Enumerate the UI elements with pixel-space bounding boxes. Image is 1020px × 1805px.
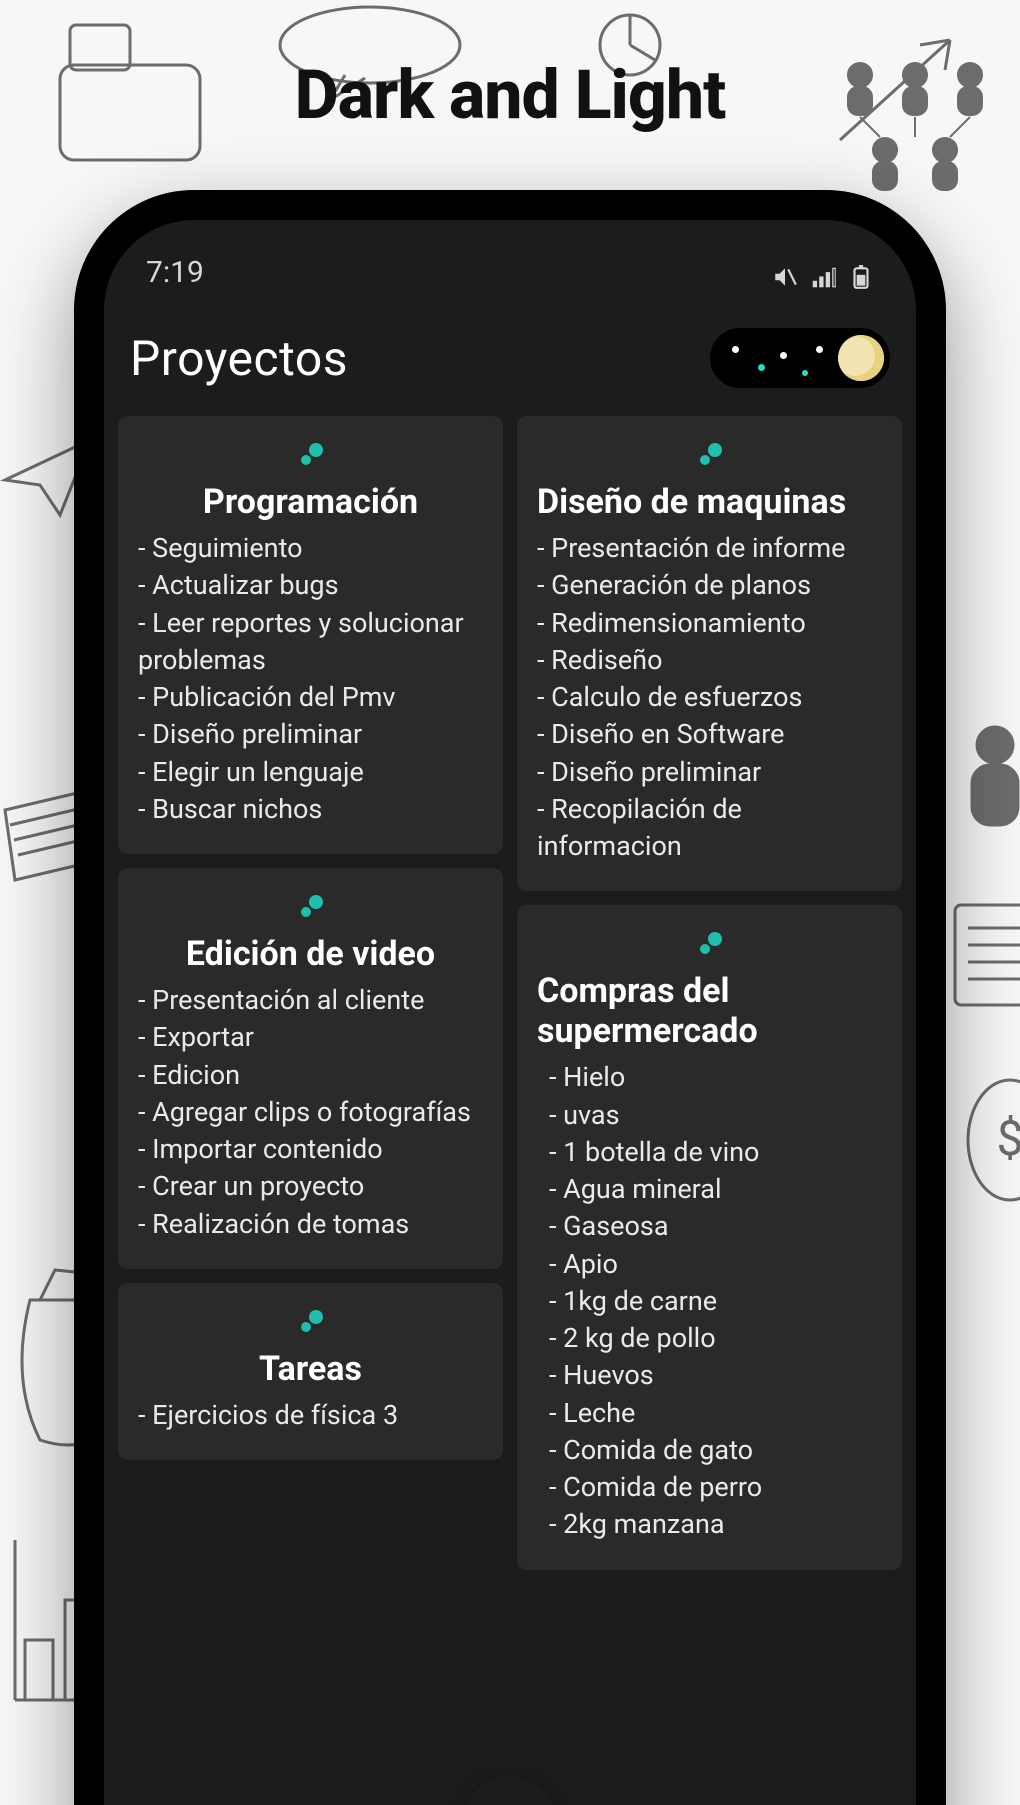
project-card-programacion[interactable]: Programación - Seguimiento - Actualizar … bbox=[118, 416, 503, 854]
list-item: - Publicación del Pmv bbox=[138, 679, 483, 716]
list-item: - Redimensionamiento bbox=[537, 605, 882, 642]
list-item: - Exportar bbox=[138, 1019, 483, 1056]
list-item: - Presentación de informe bbox=[537, 530, 882, 567]
list-item: - Actualizar bugs bbox=[138, 567, 483, 604]
grid-col-right: Diseño de maquinas - Presentación de inf… bbox=[517, 416, 902, 1570]
bubbles-icon bbox=[537, 440, 882, 474]
list-item: - Elegir un lenguaje bbox=[138, 754, 483, 791]
phone-screen: 7:19 Proyectos bbox=[104, 220, 916, 1805]
list-item: - Agua mineral bbox=[537, 1171, 882, 1208]
list-item: - 2kg manzana bbox=[537, 1506, 882, 1543]
bubbles-icon bbox=[138, 440, 483, 474]
bubbles-icon bbox=[138, 892, 483, 926]
project-grid[interactable]: Programación - Seguimiento - Actualizar … bbox=[104, 416, 916, 1570]
project-card-compras[interactable]: Compras del supermercado - Hielo - uvas … bbox=[517, 905, 902, 1569]
card-title: Edición de video bbox=[138, 934, 483, 974]
theme-toggle[interactable] bbox=[710, 328, 890, 388]
app-header: Proyectos bbox=[104, 300, 916, 416]
list-item: - Importar contenido bbox=[138, 1131, 483, 1168]
project-card-diseno[interactable]: Diseño de maquinas - Presentación de inf… bbox=[517, 416, 902, 891]
list-item: - 2 kg de pollo bbox=[537, 1320, 882, 1357]
svg-text:$: $ bbox=[997, 1110, 1020, 1167]
list-item: - uvas bbox=[537, 1097, 882, 1134]
hero-title: Dark and Light bbox=[0, 55, 1020, 135]
bubbles-icon bbox=[138, 1307, 483, 1341]
status-bar: 7:19 bbox=[104, 220, 916, 300]
card-title: Diseño de maquinas bbox=[537, 482, 882, 522]
card-title: Compras del supermercado bbox=[537, 971, 882, 1051]
list-item: - Crear un proyecto bbox=[138, 1168, 483, 1205]
list-item: - Ejercicios de física 3 bbox=[138, 1397, 483, 1434]
list-item: - Huevos bbox=[537, 1357, 882, 1394]
list-item: - 1 botella de vino bbox=[537, 1134, 882, 1171]
card-title: Programación bbox=[138, 482, 483, 522]
plus-icon: + bbox=[495, 1793, 524, 1805]
list-item: - 1kg de carne bbox=[537, 1283, 882, 1320]
list-item: - Leche bbox=[537, 1395, 882, 1432]
list-item: - Recopilación de informacion bbox=[537, 791, 882, 866]
bubbles-icon bbox=[537, 929, 882, 963]
list-item: - Apio bbox=[537, 1246, 882, 1283]
list-item: - Hielo bbox=[537, 1059, 882, 1096]
phone-frame: 7:19 Proyectos bbox=[74, 190, 946, 1805]
card-list: - Hielo - uvas - 1 botella de vino - Agu… bbox=[537, 1059, 882, 1543]
list-item: - Seguimiento bbox=[138, 530, 483, 567]
list-item: - Calculo de esfuerzos bbox=[537, 679, 882, 716]
list-item: - Gaseosa bbox=[537, 1208, 882, 1245]
signal-icon bbox=[810, 264, 836, 290]
list-item: - Presentación al cliente bbox=[138, 982, 483, 1019]
add-project-fab[interactable]: + bbox=[463, 1776, 557, 1805]
card-list: - Presentación de informe - Generación d… bbox=[537, 530, 882, 865]
list-item: - Generación de planos bbox=[537, 567, 882, 604]
status-icons bbox=[772, 264, 874, 290]
moon-icon bbox=[838, 335, 884, 381]
list-item: - Edicion bbox=[138, 1057, 483, 1094]
list-item: - Comida de perro bbox=[537, 1469, 882, 1506]
project-card-edicion[interactable]: Edición de video - Presentación al clien… bbox=[118, 868, 503, 1269]
list-item: - Leer reportes y solucionar problemas bbox=[138, 605, 483, 680]
project-card-tareas[interactable]: Tareas - Ejercicios de física 3 bbox=[118, 1283, 503, 1460]
card-list: - Presentación al cliente - Exportar - E… bbox=[138, 982, 483, 1243]
list-item: - Diseño preliminar bbox=[138, 716, 483, 753]
list-item: - Diseño en Software bbox=[537, 716, 882, 753]
list-item: - Diseño preliminar bbox=[537, 754, 882, 791]
list-item: - Comida de gato bbox=[537, 1432, 882, 1469]
list-item: - Rediseño bbox=[537, 642, 882, 679]
battery-icon bbox=[848, 264, 874, 290]
card-list: - Seguimiento - Actualizar bugs - Leer r… bbox=[138, 530, 483, 828]
list-item: - Realización de tomas bbox=[138, 1206, 483, 1243]
mute-icon bbox=[772, 264, 798, 290]
card-list: - Ejercicios de física 3 bbox=[138, 1397, 483, 1434]
list-item: - Agregar clips o fotografías bbox=[138, 1094, 483, 1131]
page-title: Proyectos bbox=[130, 330, 348, 387]
stars-icon bbox=[724, 328, 830, 388]
card-title: Tareas bbox=[138, 1349, 483, 1389]
list-item: - Buscar nichos bbox=[138, 791, 483, 828]
grid-col-left: Programación - Seguimiento - Actualizar … bbox=[118, 416, 503, 1570]
status-time: 7:19 bbox=[146, 255, 204, 290]
